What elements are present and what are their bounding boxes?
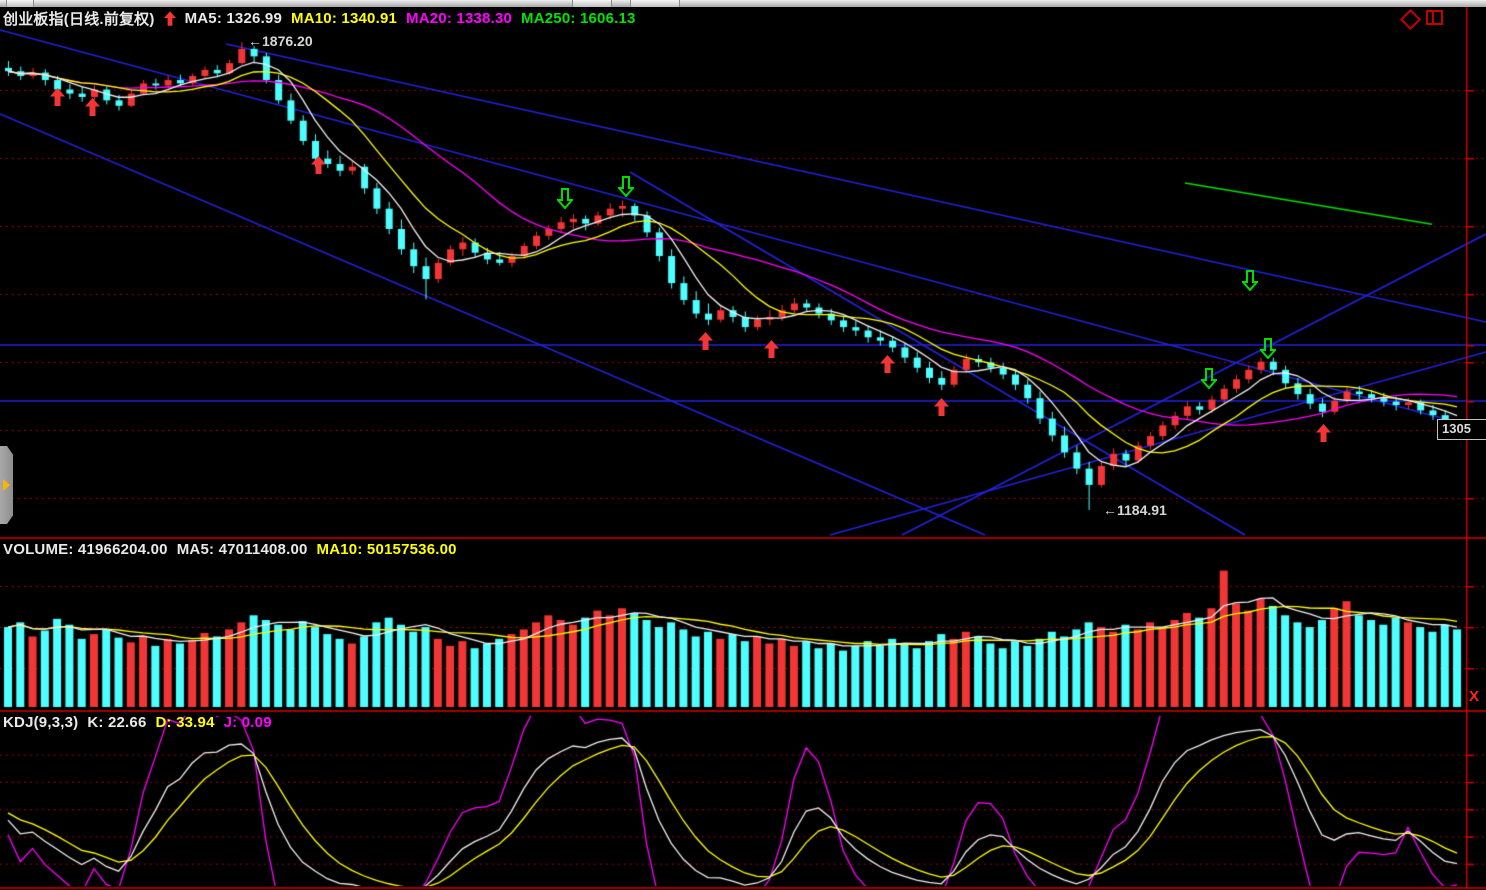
kdj-k-readout: K: 22.66: [87, 714, 147, 731]
kdj-d-readout: D: 33.94: [155, 714, 215, 731]
kdj-pane-header: KDJ(9,3,3) K: 22.66 D: 33.94 J: 0.09: [3, 714, 272, 731]
buy-signal-arrow-icon: [1316, 424, 1331, 442]
sell-signal-arrow-icon: [1258, 338, 1278, 360]
ma5-readout: MA5: 1326.99: [184, 10, 283, 27]
pointer-arrow: ←: [248, 33, 262, 49]
panel-expand-handle[interactable]: [0, 446, 13, 524]
chart-canvas: [0, 0, 1486, 890]
sell-signal-arrow-icon: [616, 176, 636, 198]
toolbar-button-edge[interactable]: [630, 0, 680, 7]
ma10-readout: MA10: 1340.91: [291, 10, 398, 27]
buy-signal-arrow-icon: [50, 88, 65, 106]
high-price-label: ←1876.20: [248, 33, 313, 49]
kdj-j-readout: J: 0.09: [223, 714, 272, 731]
toolbar-button-edge[interactable]: [572, 0, 612, 7]
sell-signal-arrow-icon: [555, 188, 575, 210]
buy-signal-arrow-icon: [698, 332, 713, 350]
buy-signal-arrow-icon: [85, 98, 100, 116]
pointer-arrow: ←: [1103, 502, 1117, 518]
ma250-readout: MA250: 1606.13: [521, 10, 636, 27]
buy-signal-arrow-icon: [311, 156, 326, 174]
expand-triangle-icon: [3, 479, 10, 491]
buy-signal-arrow-icon: [764, 340, 779, 358]
ma20-readout: MA20: 1338.30: [406, 10, 513, 27]
sell-signal-arrow-icon: [1240, 270, 1260, 292]
volume-readout: VOLUME: 41966204.00: [3, 541, 168, 558]
kdj-name: KDJ(9,3,3): [3, 714, 79, 731]
trading-app-window: { "palette": { "background": "#000000", …: [0, 0, 1486, 890]
volume-ma10-readout: MA10: 50157536.00: [316, 541, 457, 558]
volume-ma5-readout: MA5: 47011408.00: [176, 541, 308, 558]
toolbar-button-edge[interactable]: [6, 0, 34, 7]
split-window-icon[interactable]: [1426, 10, 1443, 25]
last-price-tag: 1305: [1437, 418, 1486, 440]
main-chart-header: 创业板指(日线.前复权) MA5: 1326.99 MA10: 1340.91 …: [3, 8, 636, 29]
page-title: 创业板指(日线.前复权): [3, 11, 155, 28]
buy-signal-arrow-icon: [880, 355, 895, 373]
volume-pane-header: VOLUME: 41966204.00 MA5: 47011408.00 MA1…: [3, 541, 457, 558]
buy-signal-arrow-icon: [934, 398, 949, 416]
up-arrow-icon: [163, 11, 176, 26]
low-price-label: ←1184.91: [1103, 502, 1167, 518]
close-indicator-button[interactable]: X: [1469, 688, 1479, 705]
toolbar-bottom-edge: [0, 0, 1486, 7]
sell-signal-arrow-icon: [1199, 368, 1219, 390]
